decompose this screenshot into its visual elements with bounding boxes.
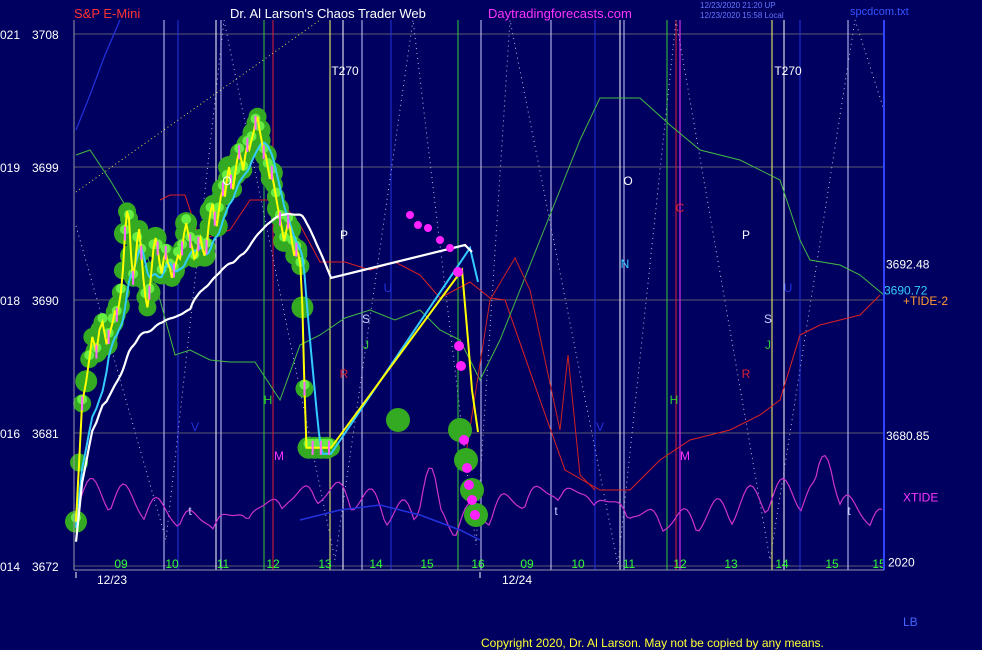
- y-tick-price: 3699: [32, 161, 59, 175]
- magenta-marker: [464, 480, 474, 490]
- x-tick-label: 13: [724, 557, 738, 571]
- right-value-label: +TIDE-2: [903, 294, 948, 308]
- right-value-label: XTIDE: [903, 491, 938, 505]
- cycle-annotation: C: [676, 201, 685, 215]
- cycle-annotation: P: [340, 228, 348, 242]
- y-tick-price: 3708: [32, 28, 59, 42]
- x-tick-label: 12: [266, 557, 280, 571]
- y-tick-left-code: 021: [0, 28, 20, 42]
- x-tick-label: 16: [471, 557, 485, 571]
- x-tick-label: 14: [775, 557, 789, 571]
- band-blob: [386, 408, 410, 432]
- magenta-marker: [470, 510, 480, 520]
- cycle-annotation: H: [264, 393, 273, 407]
- magenta-marker: [424, 224, 432, 232]
- cycle-annotation: U: [784, 281, 793, 295]
- y-tick-left-code: 019: [0, 161, 20, 175]
- y-tick-price: 3681: [32, 427, 59, 441]
- magenta-marker: [406, 211, 414, 219]
- x-tick-label: 09: [114, 557, 128, 571]
- instrument-label: S&P E-Mini: [74, 6, 140, 21]
- x-tick-label: 14: [369, 557, 383, 571]
- cycle-annotation: O: [623, 174, 632, 188]
- magenta-marker: [446, 244, 454, 252]
- x-tick-label: 09: [520, 557, 534, 571]
- cycle-annotation: R: [742, 367, 751, 381]
- magenta-marker: [459, 435, 469, 445]
- dotted-trend-line: [75, 19, 321, 193]
- x-tick-label: 11: [217, 557, 230, 571]
- cycle-annotation: S: [362, 312, 370, 326]
- x-tick-label: 10: [165, 557, 179, 571]
- y-tick-left-code: 018: [0, 294, 20, 308]
- magenta-marker: [454, 341, 464, 351]
- magenta-marker: [456, 361, 466, 371]
- magenta-marker: [453, 267, 463, 277]
- copyright-notice: Copyright 2020, Dr. Al Larson. May not b…: [481, 636, 824, 650]
- cycle-annotation: t: [847, 504, 851, 518]
- magenta-marker: [436, 236, 444, 244]
- right-value-label: 3692.48: [886, 257, 930, 271]
- cycle-annotation: V: [596, 420, 604, 434]
- cycle-annotation: J: [765, 338, 771, 352]
- dark-green-line: [464, 256, 596, 491]
- magenta-marker: [414, 221, 422, 229]
- date-label: 12/23: [97, 573, 127, 587]
- y-tick-left-code: 016: [0, 427, 20, 441]
- lb-label: LB: [903, 615, 918, 629]
- cycle-vertical-lines: [163, 20, 849, 570]
- cycle-annotation: M: [680, 449, 690, 463]
- local-stamp: 12/23/2020 15:58 Local: [700, 11, 784, 20]
- cycle-annotation: P: [742, 228, 750, 242]
- update-stamp: 12/23/2020 21:20 UP: [700, 1, 776, 10]
- auxiliary-lines: [75, 19, 885, 541]
- x-tick-label: 15: [825, 557, 839, 571]
- chart-stage: T270 T270 O O P P N C U U S S J J R R H H M M V Vt t t 021 3708 0…: [0, 0, 982, 650]
- x-tick-label: 12: [673, 557, 687, 571]
- cycle-annotation: O: [222, 174, 231, 188]
- x-tick-label: 13: [318, 557, 332, 571]
- x-tick-label: 10: [571, 557, 585, 571]
- cycle-annotation: U: [384, 281, 393, 295]
- y-tick-price: 3690: [32, 294, 59, 308]
- x-tick-label: 15: [420, 557, 434, 571]
- date-label: 12/24: [502, 573, 532, 587]
- magenta-marker: [467, 495, 477, 505]
- cycle-annotation: R: [340, 367, 349, 381]
- band-highlight: [181, 214, 192, 225]
- x-tick-label: 11: [623, 557, 636, 571]
- right-value-label: 2020: [888, 556, 915, 570]
- right-value-label: 3680.85: [886, 429, 930, 443]
- cycle-annotation: T270: [331, 64, 359, 78]
- cycle-annotation: N: [621, 257, 630, 271]
- author-title: Dr. Al Larson's Chaos Trader Web: [230, 6, 426, 21]
- site-link[interactable]: Daytradingforecasts.com: [488, 6, 632, 21]
- magenta-marker: [462, 463, 472, 473]
- cycle-annotation: H: [670, 393, 679, 407]
- y-tick-price: 3672: [32, 560, 59, 574]
- cycle-annotation: J: [363, 338, 369, 352]
- price-chart: T270 T270O OP PNCU US SJ JR RH HM MV Vt t t 021 37080…: [0, 1, 948, 650]
- data-file-label: spcdcom.txt: [850, 6, 909, 18]
- cycle-annotation: S: [764, 312, 772, 326]
- blue-oscillator-line: [75, 19, 121, 131]
- y-tick-left-code: 014: [0, 560, 20, 574]
- cycle-annotation: t: [554, 504, 558, 518]
- cycle-annotation: M: [274, 449, 284, 463]
- cycle-annotation: T270: [774, 64, 802, 78]
- cycle-annotation: V: [191, 420, 199, 434]
